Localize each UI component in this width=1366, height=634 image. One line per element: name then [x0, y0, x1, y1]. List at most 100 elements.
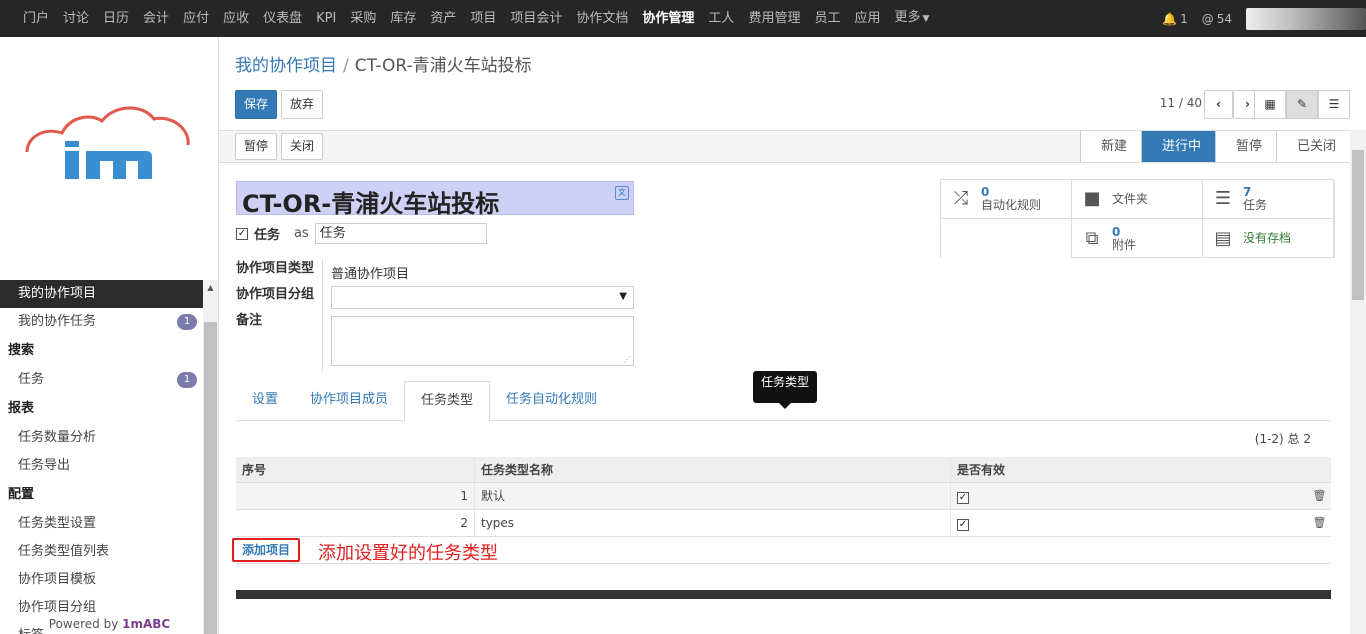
menu-employees[interactable]: 员工: [807, 0, 847, 37]
menu-accounting[interactable]: 会计: [136, 0, 176, 37]
attachments-button[interactable]: ⧉ 0 附件: [1072, 219, 1203, 258]
sidebar-scrollbar[interactable]: ▲ ▼: [203, 280, 218, 634]
menu-apps[interactable]: 应用: [847, 0, 887, 37]
stage-new[interactable]: 新建: [1079, 131, 1141, 162]
column-active[interactable]: 是否有效: [951, 457, 1308, 482]
brand-link[interactable]: 1mABC: [122, 617, 170, 631]
archive-icon: ▤: [1214, 227, 1232, 249]
project-type-label: 协作项目类型: [236, 261, 315, 276]
table-row[interactable]: 2 types ✓ 🗑: [236, 510, 1331, 537]
notifications[interactable]: 🔔 1: [1162, 12, 1188, 26]
sidebar: 我的协作项目 我的协作任务 1 搜索 任务 1 报表 任务数量分析 任务导出 配…: [0, 37, 219, 634]
tasks-icon: ☰: [1214, 188, 1232, 209]
folder-button[interactable]: ■ 文件夹: [1072, 180, 1203, 219]
sidebar-item-task-type-values[interactable]: 任务类型值列表: [0, 538, 203, 566]
menu-kpi[interactable]: KPI: [309, 0, 343, 37]
automation-rules-button[interactable]: ⤮ 0 自动化规则: [941, 180, 1072, 219]
previous-icon[interactable]: ‹: [1204, 90, 1233, 119]
trash-icon[interactable]: 🗑: [1308, 510, 1331, 536]
column-seq[interactable]: 序号: [236, 457, 475, 482]
task-alias-input[interactable]: 任务: [314, 223, 487, 244]
project-type-value: 普通协作项目: [331, 267, 410, 282]
menu-workers[interactable]: 工人: [701, 0, 741, 37]
main-scrollbar[interactable]: [1350, 130, 1366, 634]
stage-in-progress[interactable]: 进行中: [1140, 131, 1215, 162]
pager-value[interactable]: 11 / 40: [1160, 96, 1202, 110]
menu-discuss[interactable]: 讨论: [56, 0, 96, 37]
menu-expenses[interactable]: 费用管理: [741, 0, 807, 37]
menu-dashboard[interactable]: 仪表盘: [256, 0, 309, 37]
active-checkbox[interactable]: ✓: [957, 519, 969, 531]
form-view-icon[interactable]: ✎: [1286, 90, 1318, 119]
close-button[interactable]: 关闭: [281, 133, 324, 160]
form-buttons: 保存 放弃: [235, 90, 324, 119]
field-divider: [322, 259, 323, 371]
active-checkbox[interactable]: ✓: [957, 492, 969, 504]
table-footer-line: [236, 563, 1331, 564]
save-button[interactable]: 保存: [235, 90, 278, 119]
pause-button[interactable]: 暂停: [235, 133, 278, 160]
resize-grip-icon[interactable]: ⋰: [623, 355, 631, 364]
user-avatar[interactable]: [1246, 7, 1366, 30]
seq-cell: 2: [236, 510, 475, 536]
menu-collab-management[interactable]: 协作管理: [635, 0, 701, 37]
active-cell: ✓: [951, 510, 1308, 536]
scrollbar-thumb[interactable]: [204, 322, 217, 634]
menu-purchase[interactable]: 采购: [343, 0, 383, 37]
sidebar-item-my-tasks[interactable]: 我的协作任务 1: [0, 308, 203, 336]
menu-project[interactable]: 项目: [463, 0, 503, 37]
column-name[interactable]: 任务类型名称: [475, 457, 951, 482]
company-logo: [25, 106, 190, 179]
bell-icon: 🔔: [1162, 11, 1178, 26]
archive-toggle-button[interactable]: ▤ 没有存档: [1203, 219, 1335, 258]
field-labels: 协作项目类型 协作项目分组 备注: [236, 261, 314, 339]
stage-paused[interactable]: 暂停: [1214, 131, 1276, 162]
translate-icon[interactable]: 文: [615, 186, 629, 200]
menu-collab-docs[interactable]: 协作文档: [569, 0, 635, 37]
column-actions: [1308, 457, 1331, 482]
note-label: 备注: [236, 313, 263, 328]
menu-receivable[interactable]: 应收: [216, 0, 256, 37]
menu-payable[interactable]: 应付: [176, 0, 216, 37]
trash-icon[interactable]: 🗑: [1308, 483, 1331, 509]
tab-members[interactable]: 协作项目成员: [294, 381, 404, 420]
sidebar-item-task-analysis[interactable]: 任务数量分析: [0, 424, 203, 452]
menu-more[interactable]: 更多 ▼: [887, 0, 936, 38]
kanban-view-icon[interactable]: ▦: [1254, 90, 1286, 119]
tab-settings[interactable]: 设置: [236, 381, 294, 420]
sidebar-item-task-export[interactable]: 任务导出: [0, 452, 203, 480]
discard-button[interactable]: 放弃: [281, 90, 324, 119]
scrollbar-thumb[interactable]: [1352, 150, 1364, 300]
menu-project-accounting[interactable]: 项目会计: [503, 0, 569, 37]
sidebar-item-task-type-settings[interactable]: 任务类型设置: [0, 510, 203, 538]
project-group-select[interactable]: ▼: [331, 286, 634, 309]
seq-cell: 1: [236, 483, 475, 509]
chatter-separator: [236, 590, 1331, 599]
sidebar-item-project-templates[interactable]: 协作项目模板: [0, 566, 203, 594]
table-row[interactable]: 1 默认 ✓ 🗑: [236, 483, 1331, 510]
menu-portal[interactable]: 门户: [16, 0, 56, 37]
project-title-field[interactable]: CT-OR-青浦火车站投标 文: [236, 181, 634, 218]
sidebar-item-tasks[interactable]: 任务 1: [0, 366, 203, 394]
scroll-up-icon[interactable]: ▲: [203, 280, 218, 295]
stage-closed[interactable]: 已关闭: [1275, 131, 1350, 162]
menu-calendar[interactable]: 日历: [96, 0, 136, 37]
menu-assets[interactable]: 资产: [423, 0, 463, 37]
tasks-button[interactable]: ☰ 7 任务: [1203, 180, 1335, 219]
table-header: 序号 任务类型名称 是否有效: [236, 457, 1331, 483]
note-textarea[interactable]: ⋰: [331, 316, 634, 366]
task-checkbox[interactable]: ✓: [236, 227, 248, 240]
as-label: as: [294, 226, 309, 241]
status-bar: 暂停 关闭 新建 进行中 暂停 已关闭: [219, 130, 1350, 163]
list-view-icon[interactable]: ☰: [1318, 90, 1350, 119]
sidebar-item-my-projects[interactable]: 我的协作项目: [0, 280, 203, 308]
project-title: CT-OR-青浦火车站投标: [242, 190, 500, 218]
tab-task-automation[interactable]: 任务自动化规则: [490, 381, 613, 420]
menu-inventory[interactable]: 库存: [383, 0, 423, 37]
mentions[interactable]: @54: [1202, 12, 1232, 26]
breadcrumb-parent[interactable]: 我的协作项目: [235, 56, 337, 76]
project-group-label: 协作项目分组: [236, 287, 315, 302]
tab-task-types[interactable]: 任务类型: [404, 381, 491, 422]
add-item-button[interactable]: 添加项目: [232, 538, 301, 562]
at-icon: @: [1201, 11, 1214, 26]
